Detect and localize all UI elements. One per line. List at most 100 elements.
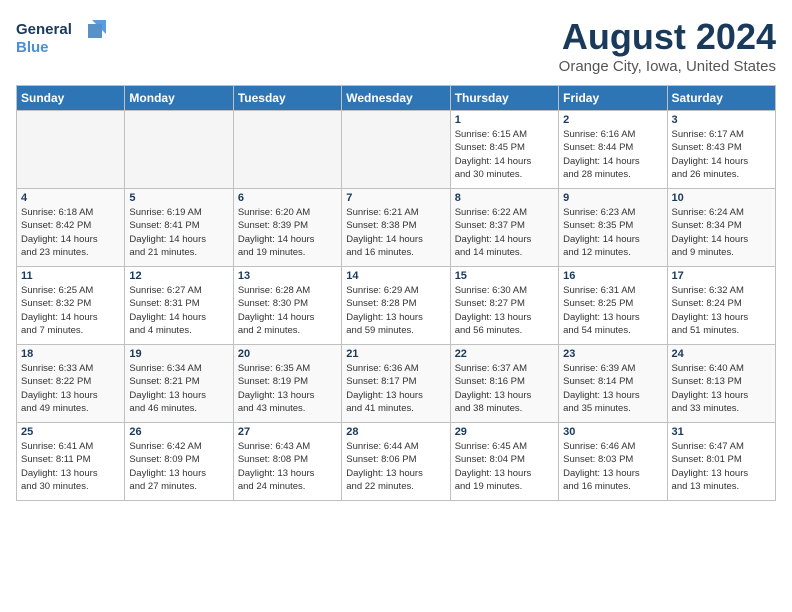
calendar-cell: 23 Sunrise: 6:39 AMSunset: 8:14 PMDayligh… (559, 345, 667, 423)
day-number: 28 (346, 426, 445, 438)
day-info: Sunrise: 6:16 AMSunset: 8:44 PMDaylight:… (563, 128, 662, 181)
logo: General Blue (16, 16, 106, 65)
day-number: 11 (21, 270, 120, 282)
calendar-header: SundayMondayTuesdayWednesdayThursdayFrid… (17, 86, 776, 111)
calendar-cell: 24 Sunrise: 6:40 AMSunset: 8:13 PMDayligh… (667, 345, 775, 423)
day-number: 21 (346, 348, 445, 360)
day-header-tuesday: Tuesday (233, 86, 341, 111)
day-info: Sunrise: 6:39 AMSunset: 8:14 PMDaylight:… (563, 362, 662, 415)
day-number: 1 (455, 114, 554, 126)
day-info: Sunrise: 6:21 AMSunset: 8:38 PMDaylight:… (346, 206, 445, 259)
calendar-cell: 15Sunrise: 6:30 AMSunset: 8:27 PMDayligh… (450, 267, 558, 345)
page: General Blue August 2024 Orange City, Io… (0, 0, 792, 612)
day-info: Sunrise: 6:29 AMSunset: 8:28 PMDaylight:… (346, 284, 445, 337)
day-info: Sunrise: 6:32 AMSunset: 8:24 PMDaylight:… (672, 284, 771, 337)
calendar-cell: 10 Sunrise: 6:24 AMSunset: 8:34 PMDayligh… (667, 189, 775, 267)
calendar-cell (342, 111, 450, 189)
location: Orange City, Iowa, United States (559, 58, 776, 75)
calendar-cell: 22 Sunrise: 6:37 AMSunset: 8:16 PMDayligh… (450, 345, 558, 423)
day-header-friday: Friday (559, 86, 667, 111)
day-info: Sunrise: 6:43 AMSunset: 8:08 PMDaylight:… (238, 440, 337, 493)
day-header-sunday: Sunday (17, 86, 125, 111)
calendar-cell: 31 Sunrise: 6:47 AMSunset: 8:01 PMDayligh… (667, 423, 775, 501)
svg-text:General: General (16, 21, 72, 38)
day-info: Sunrise: 6:20 AMSunset: 8:39 PMDaylight:… (238, 206, 337, 259)
day-number: 27 (238, 426, 337, 438)
day-number: 31 (672, 426, 771, 438)
day-number: 24 (672, 348, 771, 360)
month-title: August 2024 (559, 16, 776, 58)
day-info: Sunrise: 6:36 AMSunset: 8:17 PMDaylight:… (346, 362, 445, 415)
calendar-cell (125, 111, 233, 189)
day-number: 7 (346, 192, 445, 204)
calendar-cell: 4Sunrise: 6:18 AMSunset: 8:42 PMDaylight… (17, 189, 125, 267)
calendar-body: 1Sunrise: 6:15 AMSunset: 8:45 PMDaylight… (17, 111, 776, 501)
day-number: 22 (455, 348, 554, 360)
day-number: 2 (563, 114, 662, 126)
calendar-cell: 18Sunrise: 6:33 AMSunset: 8:22 PMDayligh… (17, 345, 125, 423)
logo-text: General Blue (16, 16, 106, 65)
day-info: Sunrise: 6:22 AMSunset: 8:37 PMDaylight:… (455, 206, 554, 259)
calendar-cell (17, 111, 125, 189)
calendar-cell: 5 Sunrise: 6:19 AMSunset: 8:41 PMDaylight… (125, 189, 233, 267)
calendar-cell: 28 Sunrise: 6:44 AMSunset: 8:06 PMDayligh… (342, 423, 450, 501)
calendar-cell: 19 Sunrise: 6:34 AMSunset: 8:21 PMDayligh… (125, 345, 233, 423)
day-number: 5 (129, 192, 228, 204)
day-number: 14 (346, 270, 445, 282)
day-number: 29 (455, 426, 554, 438)
day-info: Sunrise: 6:35 AMSunset: 8:19 PMDaylight:… (238, 362, 337, 415)
week-row-0: 1Sunrise: 6:15 AMSunset: 8:45 PMDaylight… (17, 111, 776, 189)
day-number: 25 (21, 426, 120, 438)
day-info: Sunrise: 6:34 AMSunset: 8:21 PMDaylight:… (129, 362, 228, 415)
day-number: 4 (21, 192, 120, 204)
day-info: Sunrise: 6:27 AMSunset: 8:31 PMDaylight:… (129, 284, 228, 337)
day-header-wednesday: Wednesday (342, 86, 450, 111)
day-info: Sunrise: 6:23 AMSunset: 8:35 PMDaylight:… (563, 206, 662, 259)
calendar-cell: 12Sunrise: 6:27 AMSunset: 8:31 PMDayligh… (125, 267, 233, 345)
day-number: 10 (672, 192, 771, 204)
day-number: 6 (238, 192, 337, 204)
day-info: Sunrise: 6:41 AMSunset: 8:11 PMDaylight:… (21, 440, 120, 493)
calendar-cell: 2 Sunrise: 6:16 AMSunset: 8:44 PMDaylight… (559, 111, 667, 189)
day-info: Sunrise: 6:31 AMSunset: 8:25 PMDaylight:… (563, 284, 662, 337)
day-number: 15 (455, 270, 554, 282)
calendar-cell: 17Sunrise: 6:32 AMSunset: 8:24 PMDayligh… (667, 267, 775, 345)
day-info: Sunrise: 6:28 AMSunset: 8:30 PMDaylight:… (238, 284, 337, 337)
calendar: SundayMondayTuesdayWednesdayThursdayFrid… (16, 85, 776, 501)
calendar-cell: 14 Sunrise: 6:29 AMSunset: 8:28 PMDayligh… (342, 267, 450, 345)
calendar-cell: 1Sunrise: 6:15 AMSunset: 8:45 PMDaylight… (450, 111, 558, 189)
day-number: 26 (129, 426, 228, 438)
day-info: Sunrise: 6:47 AMSunset: 8:01 PMDaylight:… (672, 440, 771, 493)
day-info: Sunrise: 6:46 AMSunset: 8:03 PMDaylight:… (563, 440, 662, 493)
day-number: 18 (21, 348, 120, 360)
day-number: 30 (563, 426, 662, 438)
calendar-cell: 20Sunrise: 6:35 AMSunset: 8:19 PMDayligh… (233, 345, 341, 423)
calendar-cell: 25 Sunrise: 6:41 AMSunset: 8:11 PMDayligh… (17, 423, 125, 501)
day-info: Sunrise: 6:40 AMSunset: 8:13 PMDaylight:… (672, 362, 771, 415)
day-header-saturday: Saturday (667, 86, 775, 111)
day-number: 8 (455, 192, 554, 204)
week-row-3: 18Sunrise: 6:33 AMSunset: 8:22 PMDayligh… (17, 345, 776, 423)
svg-text:Blue: Blue (16, 39, 49, 56)
calendar-cell: 11 Sunrise: 6:25 AMSunset: 8:32 PMDayligh… (17, 267, 125, 345)
day-info: Sunrise: 6:45 AMSunset: 8:04 PMDaylight:… (455, 440, 554, 493)
day-header-thursday: Thursday (450, 86, 558, 111)
calendar-cell: 3Sunrise: 6:17 AMSunset: 8:43 PMDaylight… (667, 111, 775, 189)
day-number: 3 (672, 114, 771, 126)
calendar-cell: 9Sunrise: 6:23 AMSunset: 8:35 PMDaylight… (559, 189, 667, 267)
calendar-cell: 27 Sunrise: 6:43 AMSunset: 8:08 PMDayligh… (233, 423, 341, 501)
day-info: Sunrise: 6:25 AMSunset: 8:32 PMDaylight:… (21, 284, 120, 337)
week-row-4: 25 Sunrise: 6:41 AMSunset: 8:11 PMDayligh… (17, 423, 776, 501)
week-row-2: 11 Sunrise: 6:25 AMSunset: 8:32 PMDayligh… (17, 267, 776, 345)
week-row-1: 4Sunrise: 6:18 AMSunset: 8:42 PMDaylight… (17, 189, 776, 267)
calendar-cell: 21 Sunrise: 6:36 AMSunset: 8:17 PMDayligh… (342, 345, 450, 423)
day-info: Sunrise: 6:42 AMSunset: 8:09 PMDaylight:… (129, 440, 228, 493)
day-info: Sunrise: 6:24 AMSunset: 8:34 PMDaylight:… (672, 206, 771, 259)
day-header-monday: Monday (125, 86, 233, 111)
day-info: Sunrise: 6:44 AMSunset: 8:06 PMDaylight:… (346, 440, 445, 493)
calendar-cell (233, 111, 341, 189)
day-number: 23 (563, 348, 662, 360)
day-info: Sunrise: 6:37 AMSunset: 8:16 PMDaylight:… (455, 362, 554, 415)
day-number: 19 (129, 348, 228, 360)
day-info: Sunrise: 6:19 AMSunset: 8:41 PMDaylight:… (129, 206, 228, 259)
